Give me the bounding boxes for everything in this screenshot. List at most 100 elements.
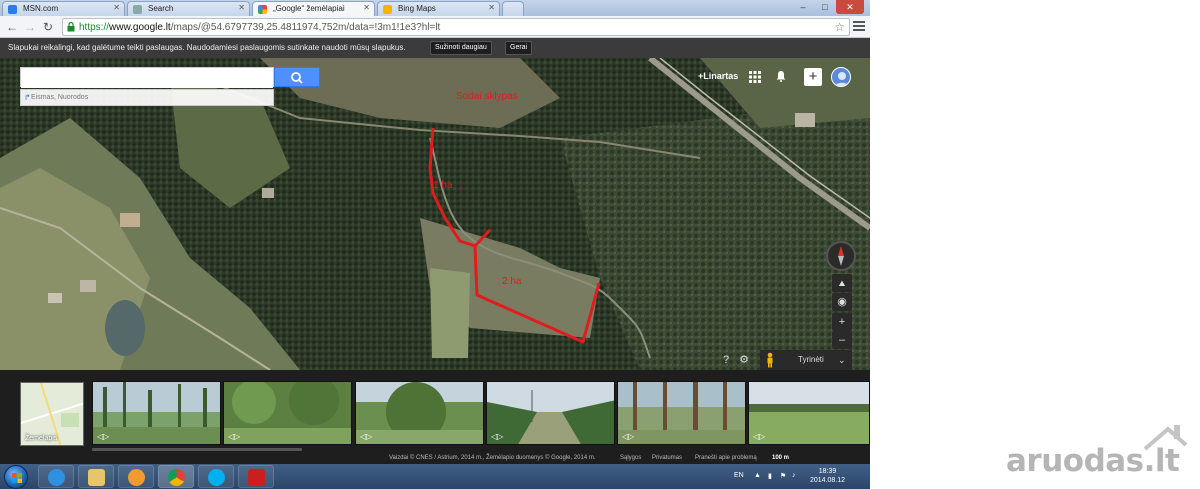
search-icon (291, 72, 303, 84)
flag-icon[interactable]: ⚑ (780, 472, 786, 480)
close-tab-icon[interactable]: ✕ (238, 3, 245, 12)
photo-thumbnail[interactable]: ◁▷ (617, 381, 746, 445)
annotation-top-label: Sodai sklypas (456, 91, 518, 102)
minimize-button[interactable]: – (792, 0, 814, 14)
media-player-icon (128, 469, 145, 486)
taskbar-internet-explorer[interactable] (38, 465, 74, 488)
taskbar-skype[interactable] (198, 465, 234, 488)
plus-icon: + (838, 316, 846, 328)
start-button[interactable] (4, 465, 28, 489)
zoom-in-button[interactable]: + (832, 313, 852, 331)
back-button[interactable]: ← (4, 19, 20, 35)
clock-date: 2014.08.12 (810, 477, 846, 484)
photo-thumbnail[interactable]: ◁▷ (92, 381, 221, 445)
forest-photo-image (356, 382, 483, 444)
photo-thumbnail[interactable]: ◁▷ (748, 381, 870, 445)
location-target-icon: ◉ (837, 296, 847, 308)
photo-strip-scrollbar[interactable] (92, 448, 302, 451)
tab-google-maps[interactable]: „Google“ žemėlapiai ✕ (252, 1, 375, 17)
address-bar[interactable]: https://www.google.lt/maps/@54.6797739,2… (62, 18, 850, 36)
close-tab-icon[interactable]: ✕ (363, 3, 370, 12)
acrobat-icon (248, 469, 265, 486)
taskbar-chrome[interactable] (158, 465, 194, 488)
privacy-link[interactable]: Privatumas (652, 455, 682, 461)
map-search-box (20, 67, 320, 88)
language-indicator[interactable]: EN (734, 472, 744, 479)
system-tray: EN ▲ ▮ ⚑ ♪ 18:39 2014.08.12 (730, 464, 870, 489)
user-avatar[interactable] (831, 67, 851, 87)
taskbar-file-explorer[interactable] (78, 465, 114, 488)
zoom-out-button[interactable]: – (832, 331, 852, 349)
compass-control[interactable] (826, 241, 856, 271)
help-icon[interactable]: ? (719, 353, 733, 367)
new-tab-button[interactable] (502, 1, 524, 16)
network-icon[interactable]: ▮ (768, 472, 772, 480)
photo-thumbnail[interactable]: ◁▷ (486, 381, 615, 445)
taskbar-media-player[interactable] (118, 465, 154, 488)
url-text: https://www.google.lt/maps/@54.6797739,2… (79, 22, 441, 33)
tab-msn[interactable]: MSN.com ✕ (2, 1, 125, 16)
explore-label: Tyrinėti (798, 355, 824, 364)
window-controls: – □ ✕ (792, 0, 864, 14)
user-avatar-icon (834, 72, 850, 86)
search-favicon-icon (133, 5, 142, 14)
lock-icon (67, 22, 75, 32)
bookmark-star-icon[interactable]: ☆ (834, 20, 845, 34)
directions-icon: ↱ (24, 93, 31, 102)
windows-taskbar: EN ▲ ▮ ⚑ ♪ 18:39 2014.08.12 (0, 464, 870, 489)
windows-logo-icon (12, 473, 22, 483)
minimap-toggle[interactable]: Žemėlapis (20, 382, 84, 446)
account-bar: +Linartas + (690, 66, 860, 88)
report-problem-link[interactable]: Pranešti apie problemą (695, 455, 757, 461)
volume-icon[interactable]: ♪ (792, 472, 796, 479)
learn-more-button[interactable]: Sužinoti daugiau (430, 41, 492, 55)
tilt-icon: ⛰ (838, 279, 846, 288)
aruodas-watermark: aruodas.lt (1006, 423, 1196, 483)
forest-photo-image (224, 382, 351, 444)
directions-link[interactable]: ↱ Eismas, Nuorodos (20, 89, 274, 106)
photo-thumbnail[interactable]: ◁▷ (223, 381, 352, 445)
my-location-button[interactable]: ◉ (832, 293, 852, 311)
terms-link[interactable]: Sąlygos (620, 455, 641, 461)
settings-gear-icon[interactable]: ⚙ (737, 353, 751, 367)
taskbar-clock[interactable]: 18:39 2014.08.12 (810, 467, 845, 485)
tab-bing-maps[interactable]: Bing Maps ✕ (377, 1, 500, 16)
tab-search[interactable]: Search ✕ (127, 1, 250, 16)
close-tab-icon[interactable]: ✕ (113, 3, 120, 12)
tilt-button[interactable]: ⛰ (832, 274, 852, 292)
internet-explorer-icon (48, 469, 65, 486)
google-plus-profile-link[interactable]: +Linartas (698, 71, 738, 81)
taskbar-acrobat[interactable] (238, 465, 274, 488)
panorama-icon: ◁▷ (360, 432, 373, 441)
search-input[interactable] (21, 69, 273, 88)
skype-icon (208, 469, 225, 486)
maximize-button[interactable]: □ (814, 0, 836, 14)
arrow-left-icon: ← (6, 20, 18, 34)
photo-thumbnail[interactable]: ◁▷ (355, 381, 484, 445)
minimap-label: Žemėlapis (25, 435, 58, 442)
clock-time: 18:39 (818, 468, 837, 475)
road-photo-image (487, 382, 614, 444)
chrome-menu-button[interactable] (852, 19, 866, 33)
show-hidden-icons-icon[interactable]: ▲ (754, 472, 761, 479)
search-button[interactable] (274, 67, 320, 87)
map-footer: Vaizdai © CNES / Astrium, 2014 m., Žemėl… (0, 452, 870, 464)
close-tab-icon[interactable]: ✕ (488, 3, 495, 12)
reload-button[interactable]: ↻ (40, 19, 56, 35)
chevron-down-icon: ⌄ (838, 355, 846, 365)
msn-favicon-icon (8, 5, 17, 14)
close-window-button[interactable]: ✕ (836, 0, 864, 14)
search-field-wrapper (20, 67, 274, 88)
explore-panel-button[interactable]: Tyrinėti ⌄ (760, 350, 852, 370)
share-plus-button[interactable]: + (804, 68, 822, 86)
cookie-message: Slapukai reikalingi, kad galėtume teikti… (8, 43, 406, 52)
notifications-bell-icon[interactable] (775, 70, 787, 82)
accept-cookies-button[interactable]: Gerai (505, 41, 533, 55)
panorama-icon: ◁▷ (622, 432, 635, 441)
panorama-icon: ◁▷ (228, 432, 241, 441)
pegman-icon[interactable] (765, 352, 775, 368)
apps-grid-icon[interactable] (749, 71, 761, 83)
forward-button[interactable]: → (22, 19, 38, 35)
bing-favicon-icon (383, 5, 392, 14)
meadow-photo-image (749, 382, 869, 444)
